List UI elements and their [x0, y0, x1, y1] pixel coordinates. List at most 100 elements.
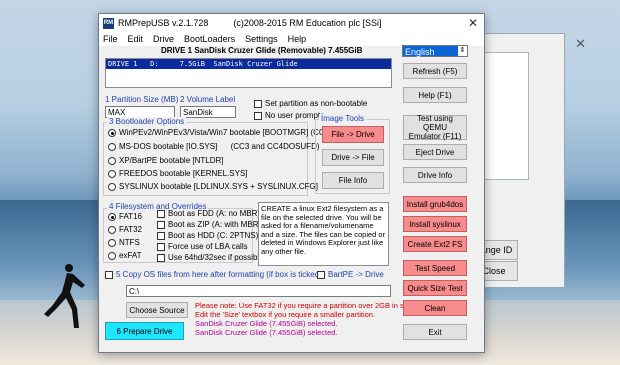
help-button[interactable]: Help (F1)	[403, 87, 467, 103]
file-info-button[interactable]: File Info	[322, 172, 384, 189]
non-bootable-checkbox[interactable]: Set partition as non-bootable	[254, 99, 367, 108]
copy-os-checkbox[interactable]: 5 Copy OS files from here after formatti…	[105, 270, 322, 279]
close-icon[interactable]: ✕	[468, 16, 478, 30]
test-qemu-label-1: Test using QEMU	[416, 114, 454, 132]
drive-list-item[interactable]: DRIVE 1 D: 7.5GiB SanDisk Cruzer Glide	[106, 59, 391, 69]
bootloader-option-label: FREEDOS bootable [KERNEL.SYS]	[119, 169, 248, 178]
note-line: SanDisk Cruzer Glide (7.455GiB) selected…	[195, 328, 338, 337]
image-tools-label: Image Tools	[319, 114, 366, 123]
volume-label-input[interactable]: SanDisk	[180, 106, 236, 118]
fs-label: FAT16	[119, 212, 142, 221]
override-hdd-checkbox[interactable]: Boot as HDD (C: 2PTNS)	[157, 231, 258, 240]
checkbox-box[interactable]	[157, 231, 165, 240]
checkbox-box[interactable]	[317, 270, 325, 279]
menu-edit[interactable]: Edit	[128, 34, 144, 44]
checkbox-box[interactable]	[157, 253, 165, 262]
override-label: Force use of LBA calls	[168, 242, 248, 251]
file-to-drive-button[interactable]: File -> Drive	[322, 126, 384, 143]
copy-os-label: 5 Copy OS files from here after formatti…	[116, 270, 322, 279]
radio-icon[interactable]	[108, 238, 116, 247]
radio-icon[interactable]	[108, 156, 116, 165]
fs-ntfs-radio[interactable]: NTFS	[108, 238, 140, 247]
override-label: Boot as FDD (A: no MBR)	[168, 209, 261, 218]
drive-to-file-button[interactable]: Drive -> File	[322, 149, 384, 166]
checkbox-box[interactable]	[157, 220, 165, 229]
language-value: English	[405, 47, 435, 57]
menu-drive[interactable]: Drive	[153, 34, 174, 44]
fs-label: exFAT	[119, 251, 142, 260]
radio-icon[interactable]	[108, 169, 116, 178]
spin-icon[interactable]: ⇕	[458, 46, 467, 56]
checkbox-box[interactable]	[254, 111, 262, 120]
test-qemu-button[interactable]: Test using QEMU Emulator (F11)	[403, 114, 467, 141]
prepare-drive-button[interactable]: 6 Prepare Drive	[105, 322, 184, 340]
bootloader-option-syslinux[interactable]: SYSLINUX bootable [LDLINUX.SYS + SYSLINU…	[108, 182, 318, 191]
fs-fat32-radio[interactable]: FAT32	[108, 225, 142, 234]
menu-bootloaders[interactable]: BootLoaders	[184, 34, 235, 44]
bootloader-option-freedos[interactable]: FREEDOS bootable [KERNEL.SYS]	[108, 169, 248, 178]
create-ext2-button[interactable]: Create Ext2 FS	[403, 236, 467, 252]
radio-icon[interactable]	[108, 142, 116, 151]
language-select[interactable]: English ⇕	[402, 45, 468, 57]
install-syslinux-button[interactable]: Install syslinux	[403, 216, 467, 232]
background-close-icon[interactable]: ✕	[575, 36, 586, 52]
radio-icon[interactable]	[108, 251, 116, 260]
quick-size-test-button[interactable]: Quick Size Test	[403, 280, 467, 296]
radio-icon[interactable]	[108, 182, 116, 191]
fs-fat16-radio[interactable]: FAT16	[108, 212, 142, 221]
non-bootable-label: Set partition as non-bootable	[265, 99, 368, 108]
radio-icon[interactable]	[108, 225, 116, 234]
background-list	[481, 52, 529, 180]
override-label: Boot as HDD (C: 2PTNS)	[168, 231, 259, 240]
fs-exfat-radio[interactable]: exFAT	[108, 251, 142, 260]
bartpe-label: BartPE -> Drive	[328, 270, 384, 279]
title-bar: RM RMPrepUSB v.2.1.728 (c)2008-2015 RM E…	[99, 14, 484, 32]
bootloader-option-msdos[interactable]: MS-DOS bootable [IO.SYS] (CC3 and CC4DOS…	[108, 142, 320, 151]
bartpe-checkbox[interactable]: BartPE -> Drive	[317, 270, 384, 279]
override-fdd-checkbox[interactable]: Boot as FDD (A: no MBR)	[157, 209, 260, 218]
drive-list[interactable]: DRIVE 1 D: 7.5GiB SanDisk Cruzer Glide	[105, 58, 392, 88]
override-label: Boot as ZIP (A: with MBR)	[168, 220, 262, 229]
exit-button[interactable]: Exit	[403, 324, 467, 340]
fs-label: FAT32	[119, 225, 142, 234]
drive-info-button[interactable]: Drive Info	[403, 167, 467, 183]
checkbox-box[interactable]	[254, 99, 262, 108]
test-qemu-label-2: Emulator (F11)	[408, 132, 462, 141]
source-path-input[interactable]: C:\	[126, 285, 391, 297]
eject-drive-button[interactable]: Eject Drive	[403, 144, 467, 160]
menu-bar: File Edit Drive BootLoaders Settings Hel…	[99, 32, 484, 46]
info-text-box: CREATE a linux Ext2 filesystem as a file…	[258, 202, 389, 266]
bootloader-option-label: MS-DOS bootable [IO.SYS] (CC3 and CC4DOS…	[119, 142, 320, 151]
bootloader-option-winpe[interactable]: WinPEv2/WinPEv3/Vista/Win7 bootable [BOO…	[108, 128, 332, 137]
no-prompts-checkbox[interactable]: No user prompts	[254, 111, 324, 120]
note-line: SanDisk Cruzer Glide (7.455GiB) selected…	[195, 319, 338, 328]
override-label: Use 64hd/32sec if possible	[168, 253, 264, 262]
clean-button[interactable]: Clean	[403, 300, 467, 316]
override-lba-checkbox[interactable]: Force use of LBA calls	[157, 242, 248, 251]
menu-settings[interactable]: Settings	[245, 34, 278, 44]
radio-icon[interactable]	[108, 128, 116, 137]
menu-help[interactable]: Help	[288, 34, 307, 44]
checkbox-box[interactable]	[157, 209, 165, 218]
volume-label-label: 2 Volume Label	[180, 95, 236, 104]
fs-label: NTFS	[119, 238, 140, 247]
test-speed-button[interactable]: Test Speed	[403, 260, 467, 276]
checkbox-box[interactable]	[105, 270, 113, 279]
app-icon: RM	[103, 17, 114, 29]
window-title: RMPrepUSB v.2.1.728 (c)2008-2015 RM Educ…	[118, 18, 382, 28]
bootloader-option-label: WinPEv2/WinPEv3/Vista/Win7 bootable [BOO…	[119, 128, 332, 137]
refresh-button[interactable]: Refresh (F5)	[403, 63, 467, 79]
radio-icon[interactable]	[108, 212, 116, 221]
override-zip-checkbox[interactable]: Boot as ZIP (A: with MBR)	[157, 220, 261, 229]
checkbox-box[interactable]	[157, 242, 165, 251]
bootloader-option-xp[interactable]: XP/BartPE bootable [NTLDR]	[108, 156, 224, 165]
rmprepusb-window: RM RMPrepUSB v.2.1.728 (c)2008-2015 RM E…	[98, 13, 485, 353]
override-64hd-checkbox[interactable]: Use 64hd/32sec if possible	[157, 253, 264, 262]
bootloader-option-label: XP/BartPE bootable [NTLDR]	[119, 156, 224, 165]
bootloader-option-label: SYSLINUX bootable [LDLINUX.SYS + SYSLINU…	[119, 182, 318, 191]
bootloader-group-label: 3 Bootloader Options	[107, 117, 187, 126]
choose-source-button[interactable]: Choose Source	[126, 302, 188, 318]
note-line: Edit the 'Size' textbox if you require a…	[195, 310, 376, 319]
menu-file[interactable]: File	[103, 34, 118, 44]
install-grub4dos-button[interactable]: Install grub4dos	[403, 196, 467, 212]
